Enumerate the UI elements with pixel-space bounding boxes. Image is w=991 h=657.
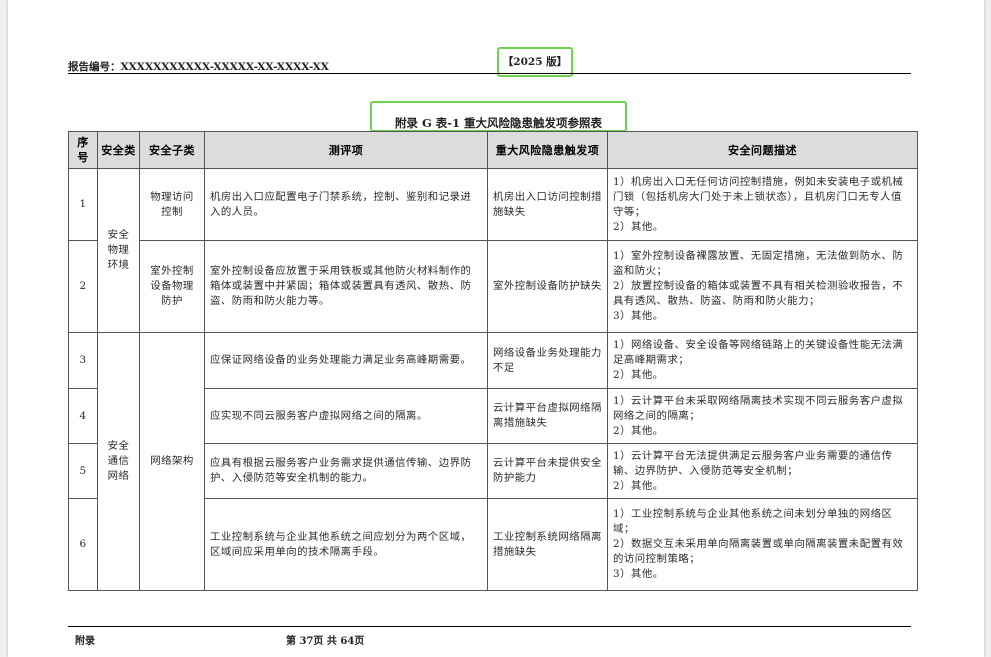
risk-trigger: 网络设备业务处理能力不足 (487, 332, 608, 389)
footer-section-label: 附录 (75, 636, 95, 647)
problem-description: 1）云计算平台未采取网络隔离技术实现不同云服务客户虚拟网络之间的隔离； 2）其他… (607, 388, 918, 444)
col-header-class: 安全类 (97, 131, 140, 169)
col-header-no: 序号 (68, 131, 98, 169)
row-number: 3 (68, 332, 98, 389)
desc-line: 1）网络设备、安全设备等网络链路上的关键设备性能无法满足高峰期需求； (613, 339, 904, 366)
desc-line: 2）其他。 (613, 220, 664, 233)
report-number: 报告编号：XXXXXXXXXXX-XXXXX-XX-XXXX-XX (68, 61, 329, 73)
security-subclass: 物理访问控制 (139, 168, 205, 241)
risk-trigger: 室外控制设备防护缺失 (487, 240, 608, 333)
desc-line: 2）其他。 (613, 479, 664, 492)
desc-line: 3）其他。 (613, 568, 664, 580)
risk-trigger: 机房出入口访问控制措施缺失 (487, 168, 608, 241)
evaluation-item: 应实现不同云服务客户虚拟网络之间的隔离。 (204, 388, 488, 444)
security-subclass: 网络架构 (139, 332, 205, 591)
desc-line: 2）数据交互未采用单向隔离装置或单向隔离装置未配置有效的访问控制策略； (613, 538, 904, 565)
desc-line: 1）云计算平台无法提供满足云服务客户业务需要的通信传输、边界防护、入侵防范等安全… (613, 449, 893, 477)
desc-line: 3）其他。 (613, 310, 664, 322)
evaluation-item: 机房出入口应配置电子门禁系统，控制、鉴别和记录进入的人员。 (204, 168, 488, 241)
row-number: 4 (68, 388, 98, 444)
desc-line: 1）云计算平台未采取网络隔离技术实现不同云服务客户虚拟网络之间的隔离； (613, 394, 904, 422)
row-number: 2 (68, 240, 98, 333)
row-number: 5 (68, 443, 98, 499)
desc-line: 1）工业控制系统与企业其他系统之间未划分单独的网络区域； (613, 508, 893, 535)
desc-line: 1）机房出入口无任何访问控制措施，例如未安装电子或机械门锁（包括机房大门处于未上… (613, 175, 904, 218)
col-header-item: 测评项 (204, 131, 488, 169)
evaluation-item: 工业控制系统与企业其他系统之间应划分为两个区域，区域间应采用单向的技术隔离手段。 (204, 498, 488, 591)
footer-divider (68, 626, 911, 627)
header-divider (68, 73, 911, 74)
problem-description: 1）云计算平台无法提供满足云服务客户业务需要的通信传输、边界防护、入侵防范等安全… (607, 443, 918, 499)
security-subclass: 室外控制设备物理防护 (139, 240, 205, 333)
risk-trigger: 工业控制系统网络隔离措施缺失 (487, 498, 608, 591)
row-number: 1 (68, 168, 98, 241)
evaluation-item: 应具有根据云服务客户业务需求提供通信传输、边界防护、入侵防范等安全机制的能力。 (204, 443, 488, 499)
col-header-subclass: 安全子类 (139, 131, 205, 169)
security-class: 安全物理环境 (97, 168, 140, 333)
evaluation-item: 应保证网络设备的业务处理能力满足业务高峰期需要。 (204, 332, 488, 389)
table-row: 3 安全通信网络 网络架构 应保证网络设备的业务处理能力满足业务高峰期需要。 网… (68, 332, 918, 591)
problem-description: 1）室外控制设备裸露放置、无固定措施，无法做到防水、防盗和防火； 2）放置控制设… (607, 240, 918, 333)
risk-trigger: 云计算平台未提供安全防护能力 (487, 443, 608, 499)
evaluation-item: 室外控制设备应放置于采用铁板或其他防火材料制作的箱体或装置中并紧固；箱体或装置具… (204, 240, 488, 333)
desc-line: 2）其他。 (613, 369, 664, 381)
problem-description: 1）机房出入口无任何访问控制措施，例如未安装电子或机械门锁（包括机房大门处于未上… (607, 168, 918, 241)
col-header-desc: 安全问题描述 (607, 131, 918, 169)
risk-trigger: 云计算平台虚拟网络隔离措施缺失 (487, 388, 608, 444)
desc-line: 1）室外控制设备裸露放置、无固定措施，无法做到防水、防盗和防火； (613, 250, 904, 277)
desc-line: 2）其他。 (613, 424, 664, 437)
col-header-trigger: 重大风险隐患触发项 (487, 131, 608, 169)
desc-line: 2）放置控制设备的箱体或装置不具有相关检测验收报告，不具有透风、散热、防盗、防雨… (613, 280, 904, 307)
table-header-row: 序号 安全类 安全子类 测评项 重大风险隐患触发项 安全问题描述 (68, 131, 918, 169)
row-number: 6 (68, 498, 98, 591)
table-title: 附录 G 表-1 重大风险隐患触发项参照表 (370, 101, 627, 132)
risk-reference-table: 序号 安全类 安全子类 测评项 重大风险隐患触发项 安全问题描述 1 安全物理环… (68, 131, 918, 591)
table-row: 2 室外控制设备物理防护 室外控制设备应放置于采用铁板或其他防火材料制作的箱体或… (68, 240, 918, 333)
table-row: 1 安全物理环境 物理访问控制 机房出入口应配置电子门禁系统，控制、鉴别和记录进… (68, 168, 918, 333)
problem-description: 1）工业控制系统与企业其他系统之间未划分单独的网络区域； 2）数据交互未采用单向… (607, 498, 918, 591)
security-class: 安全通信网络 (97, 332, 140, 591)
page-number: 第 37页 共 64页 (286, 636, 365, 647)
problem-description: 1）网络设备、安全设备等网络链路上的关键设备性能无法满足高峰期需求； 2）其他。 (607, 332, 918, 389)
